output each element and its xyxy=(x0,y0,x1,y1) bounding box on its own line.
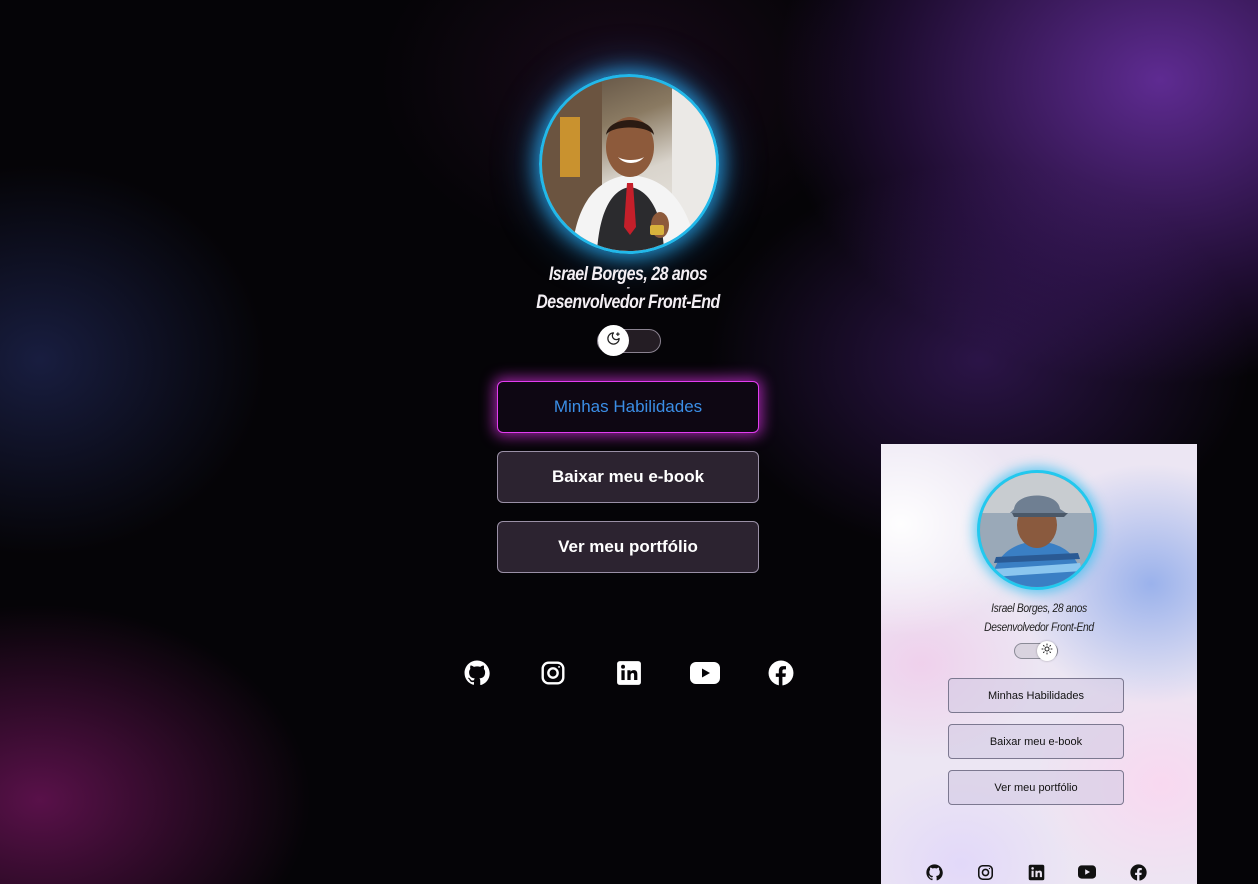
preview-download-ebook-button[interactable]: Baixar meu e-book xyxy=(948,724,1124,759)
preview-profile-name: Israel Borges, 28 anos xyxy=(991,601,1087,615)
profile-role: Desenvolvedor Front-End xyxy=(536,292,720,313)
light-mode-preview: Israel Borges, 28 anos Desenvolvedor Fro… xyxy=(881,444,1197,884)
github-icon[interactable] xyxy=(462,658,492,688)
preview-avatar xyxy=(977,470,1097,590)
download-ebook-button[interactable]: Baixar meu e-book xyxy=(497,451,759,503)
facebook-icon[interactable] xyxy=(1129,863,1147,881)
preview-skills-button[interactable]: Minhas Habilidades xyxy=(948,678,1124,713)
linkedin-icon[interactable] xyxy=(614,658,644,688)
youtube-icon[interactable] xyxy=(690,658,720,688)
instagram-icon[interactable] xyxy=(538,658,568,688)
preview-portfolio-button[interactable]: Ver meu portfólio xyxy=(948,770,1124,805)
linkedin-icon[interactable] xyxy=(1027,863,1045,881)
facebook-icon[interactable] xyxy=(766,658,796,688)
preview-profile-role: Desenvolvedor Front-End xyxy=(984,620,1094,634)
skills-button[interactable]: Minhas Habilidades xyxy=(497,381,759,433)
instagram-icon[interactable] xyxy=(976,863,994,881)
moon-icon xyxy=(606,331,621,351)
theme-toggle-knob[interactable] xyxy=(598,325,629,356)
github-icon[interactable] xyxy=(925,863,943,881)
portfolio-button[interactable]: Ver meu portfólio xyxy=(497,521,759,573)
profile-avatar xyxy=(539,74,719,254)
sun-icon xyxy=(1041,642,1053,660)
youtube-icon[interactable] xyxy=(1078,863,1096,881)
preview-theme-toggle-knob[interactable] xyxy=(1037,641,1057,661)
